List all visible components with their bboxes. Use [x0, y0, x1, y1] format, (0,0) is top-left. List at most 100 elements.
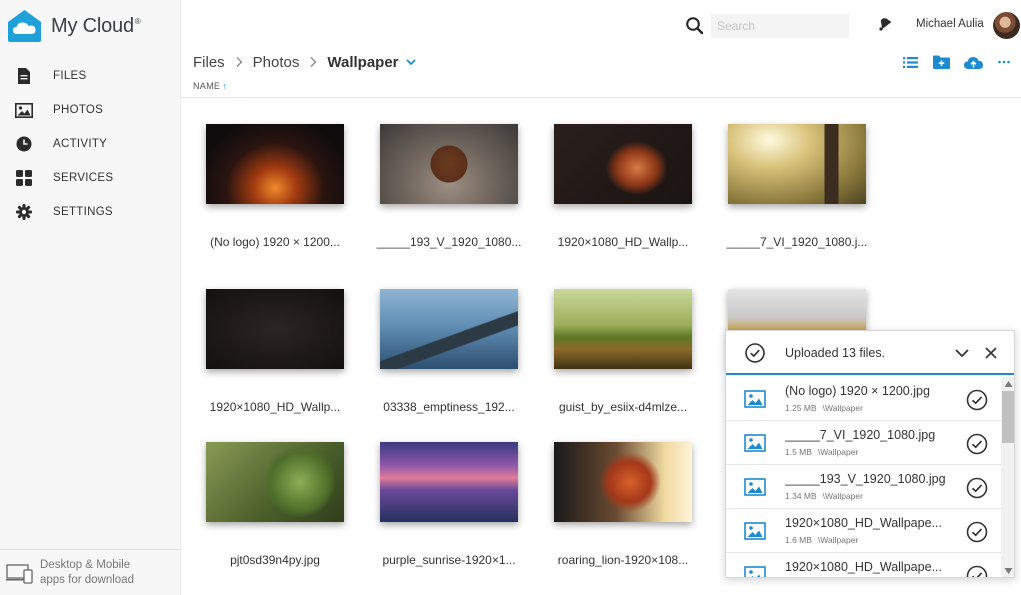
sidebar-item-services[interactable]: SERVICES — [0, 161, 181, 195]
check-circle-icon — [966, 433, 988, 455]
sidebar-nav: FILES PHOTOS ACTIVITY SERVICES SETTINGS — [0, 59, 181, 229]
close-icon[interactable] — [984, 346, 998, 360]
file-thumbnail — [380, 289, 518, 369]
avatar[interactable] — [993, 12, 1020, 39]
scroll-down-icon[interactable] — [1004, 567, 1013, 575]
gear-icon — [15, 203, 33, 221]
search-box — [685, 14, 855, 38]
file-name: purple_sunrise-1920×1... — [382, 553, 516, 567]
more-icon — [998, 60, 1011, 64]
upload-panel-title: Uploaded 13 files. — [785, 346, 886, 360]
upload-list: (No logo) 1920 × 1200.jpg 1.25 MB \Wallpa… — [726, 377, 1001, 577]
file-tile[interactable]: roaring_lion-1920×108... — [544, 436, 702, 595]
sidebar-item-settings[interactable]: SETTINGS — [0, 195, 181, 229]
file-name: 03338_emptiness_192... — [383, 400, 515, 414]
download-apps-text: Desktop & Mobile apps for download — [40, 558, 134, 586]
file-tile[interactable]: _____193_V_1920_1080... — [370, 118, 528, 278]
file-tile[interactable]: pjt0sd39n4py.jpg — [196, 436, 354, 595]
sidebar-item-label: ACTIVITY — [53, 138, 108, 150]
file-name: _____7_VI_1920_1080.j... — [726, 235, 868, 249]
devices-icon — [6, 563, 33, 584]
file-thumbnail — [380, 124, 518, 204]
file-tile[interactable]: purple_sunrise-1920×1... — [370, 436, 528, 595]
upload-panel: Uploaded 13 files. (No logo) 1920 × 1200… — [725, 330, 1015, 578]
upload-item[interactable]: (No logo) 1920 × 1200.jpg 1.25 MB \Wallpa… — [726, 377, 1001, 421]
file-tile[interactable]: 03338_emptiness_192... — [370, 283, 528, 443]
sort-arrow-up-icon: ↑ — [222, 81, 228, 91]
upload-cloud-icon — [963, 56, 983, 69]
more-button[interactable] — [989, 52, 1020, 72]
top-bar: Michael Aulia — [181, 0, 1021, 50]
breadcrumb-files[interactable]: Files — [193, 54, 225, 71]
scrollbar-thumb[interactable] — [1002, 391, 1014, 443]
grid-icon — [15, 169, 33, 187]
file-thumbnail — [728, 124, 866, 204]
file-name: 1920×1080_HD_Wallp... — [557, 235, 689, 249]
upload-item-name: (No logo) 1920 × 1200.jpg — [785, 384, 930, 398]
check-circle-icon — [966, 521, 988, 543]
sidebar-item-files[interactable]: FILES — [0, 59, 181, 93]
file-tile[interactable]: (No logo) 1920 × 1200... — [196, 118, 354, 278]
image-file-icon — [744, 478, 766, 496]
app-name: My Cloud® — [51, 14, 141, 37]
upload-item[interactable]: _____193_V_1920_1080.jpg 1.34 MB \Wallpap… — [726, 465, 1001, 509]
sort-bar: NAME ↑ — [181, 76, 1021, 98]
upload-item[interactable]: _____7_VI_1920_1080.jpg 1.5 MB \Wallpaper — [726, 421, 1001, 465]
download-apps-link[interactable]: Desktop & Mobile apps for download — [0, 549, 181, 595]
image-file-icon — [744, 566, 766, 577]
file-name: roaring_lion-1920×108... — [557, 553, 689, 567]
new-folder-icon — [933, 55, 951, 69]
sidebar-item-label: SERVICES — [53, 172, 114, 184]
list-view-button[interactable] — [895, 52, 926, 72]
check-circle-icon — [745, 343, 765, 363]
check-circle-icon — [966, 389, 988, 411]
sidebar-item-label: PHOTOS — [53, 104, 104, 116]
user-name[interactable]: Michael Aulia — [916, 18, 984, 30]
breadcrumb-photos[interactable]: Photos — [253, 54, 300, 71]
file-thumbnail — [206, 289, 344, 369]
upload-item[interactable]: 1920×1080_HD_Wallpape... 1.6 MB \Wallpape… — [726, 509, 1001, 553]
file-thumbnail — [206, 124, 344, 204]
breadcrumb-current[interactable]: Wallpaper — [327, 54, 398, 71]
file-thumbnail — [554, 442, 692, 522]
sidebar-item-photos[interactable]: PHOTOS — [0, 93, 181, 127]
file-name: guist_by_esiix-d4mlze... — [558, 400, 688, 414]
toolbar — [895, 52, 1020, 72]
sidebar-item-label: SETTINGS — [53, 206, 113, 218]
file-thumbnail — [380, 442, 518, 522]
logo[interactable]: My Cloud® — [7, 8, 141, 44]
upload-item-meta: 1.5 MB \Wallpaper — [785, 447, 859, 457]
file-tile[interactable]: 1920×1080_HD_Wallp... — [196, 283, 354, 443]
breadcrumb: Files Photos Wallpaper — [193, 52, 417, 72]
upload-item-meta: 1.6 MB \Wallpaper — [785, 535, 859, 545]
file-tile[interactable]: _____7_VI_1920_1080.j... — [718, 118, 876, 278]
search-input[interactable] — [711, 14, 849, 38]
upload-item-name: 1920×1080_HD_Wallpape... — [785, 560, 942, 574]
new-folder-button[interactable] — [926, 52, 957, 72]
sidebar-item-activity[interactable]: ACTIVITY — [0, 127, 181, 161]
file-tile[interactable]: guist_by_esiix-d4mlze... — [544, 283, 702, 443]
upload-panel-header: Uploaded 13 files. — [726, 331, 1014, 375]
image-file-icon — [744, 522, 766, 540]
image-file-icon — [744, 390, 766, 408]
upload-item-name: _____193_V_1920_1080.jpg — [785, 472, 946, 486]
app-window: My Cloud® FILES PHOTOS ACTIVITY SERVICES… — [0, 0, 1021, 595]
check-circle-icon — [966, 477, 988, 499]
chevron-down-icon[interactable] — [954, 346, 970, 360]
scroll-up-icon[interactable] — [1004, 380, 1013, 388]
chevron-right-icon — [236, 57, 243, 67]
file-tile[interactable]: 1920×1080_HD_Wallp... — [544, 118, 702, 278]
file-thumbnail — [206, 442, 344, 522]
file-name: pjt0sd39n4py.jpg — [230, 553, 320, 567]
upload-item-meta: 1.25 MB \Wallpaper — [785, 403, 863, 413]
sidebar: My Cloud® FILES PHOTOS ACTIVITY SERVICES… — [0, 0, 181, 595]
file-thumbnail — [554, 289, 692, 369]
file-thumbnail — [554, 124, 692, 204]
search-icon[interactable] — [685, 16, 705, 36]
sidebar-item-label: FILES — [53, 70, 87, 82]
upload-item[interactable]: 1920×1080_HD_Wallpape... — [726, 553, 1001, 577]
sort-by-name[interactable]: NAME ↑ — [193, 81, 227, 91]
notification-icon[interactable] — [876, 15, 894, 33]
chevron-down-icon[interactable] — [405, 57, 417, 67]
upload-button[interactable] — [958, 52, 989, 72]
